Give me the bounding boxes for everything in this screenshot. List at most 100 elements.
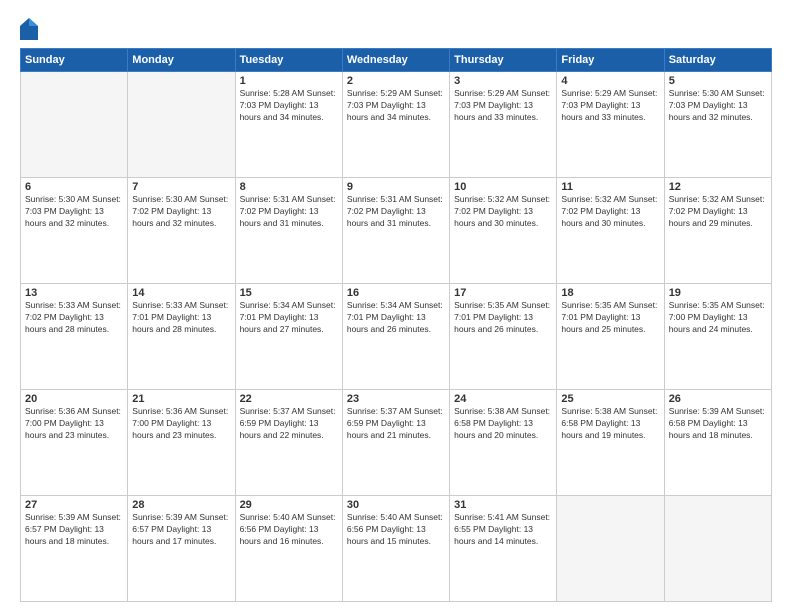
calendar-cell: 18Sunrise: 5:35 AM Sunset: 7:01 PM Dayli… bbox=[557, 284, 664, 390]
day-info: Sunrise: 5:34 AM Sunset: 7:01 PM Dayligh… bbox=[240, 300, 338, 336]
calendar-cell: 2Sunrise: 5:29 AM Sunset: 7:03 PM Daylig… bbox=[342, 72, 449, 178]
day-info: Sunrise: 5:37 AM Sunset: 6:59 PM Dayligh… bbox=[240, 406, 338, 442]
day-info: Sunrise: 5:36 AM Sunset: 7:00 PM Dayligh… bbox=[25, 406, 123, 442]
day-info: Sunrise: 5:35 AM Sunset: 7:01 PM Dayligh… bbox=[561, 300, 659, 336]
day-of-week-header: Saturday bbox=[664, 49, 771, 72]
day-number: 17 bbox=[454, 287, 552, 299]
calendar-cell: 26Sunrise: 5:39 AM Sunset: 6:58 PM Dayli… bbox=[664, 390, 771, 496]
day-info: Sunrise: 5:35 AM Sunset: 7:00 PM Dayligh… bbox=[669, 300, 767, 336]
day-number: 18 bbox=[561, 287, 659, 299]
calendar-cell: 19Sunrise: 5:35 AM Sunset: 7:00 PM Dayli… bbox=[664, 284, 771, 390]
calendar-cell: 15Sunrise: 5:34 AM Sunset: 7:01 PM Dayli… bbox=[235, 284, 342, 390]
calendar-cell bbox=[21, 72, 128, 178]
calendar-cell: 11Sunrise: 5:32 AM Sunset: 7:02 PM Dayli… bbox=[557, 178, 664, 284]
day-info: Sunrise: 5:39 AM Sunset: 6:57 PM Dayligh… bbox=[132, 512, 230, 548]
calendar-cell: 1Sunrise: 5:28 AM Sunset: 7:03 PM Daylig… bbox=[235, 72, 342, 178]
day-info: Sunrise: 5:35 AM Sunset: 7:01 PM Dayligh… bbox=[454, 300, 552, 336]
day-info: Sunrise: 5:38 AM Sunset: 6:58 PM Dayligh… bbox=[454, 406, 552, 442]
calendar-cell: 12Sunrise: 5:32 AM Sunset: 7:02 PM Dayli… bbox=[664, 178, 771, 284]
calendar-cell: 4Sunrise: 5:29 AM Sunset: 7:03 PM Daylig… bbox=[557, 72, 664, 178]
day-of-week-header: Monday bbox=[128, 49, 235, 72]
calendar-cell: 13Sunrise: 5:33 AM Sunset: 7:02 PM Dayli… bbox=[21, 284, 128, 390]
day-of-week-header: Tuesday bbox=[235, 49, 342, 72]
day-info: Sunrise: 5:33 AM Sunset: 7:01 PM Dayligh… bbox=[132, 300, 230, 336]
day-info: Sunrise: 5:33 AM Sunset: 7:02 PM Dayligh… bbox=[25, 300, 123, 336]
day-number: 26 bbox=[669, 393, 767, 405]
day-number: 24 bbox=[454, 393, 552, 405]
calendar-cell: 27Sunrise: 5:39 AM Sunset: 6:57 PM Dayli… bbox=[21, 496, 128, 602]
calendar-cell: 5Sunrise: 5:30 AM Sunset: 7:03 PM Daylig… bbox=[664, 72, 771, 178]
day-number: 7 bbox=[132, 181, 230, 193]
day-info: Sunrise: 5:30 AM Sunset: 7:03 PM Dayligh… bbox=[25, 194, 123, 230]
day-info: Sunrise: 5:29 AM Sunset: 7:03 PM Dayligh… bbox=[454, 88, 552, 124]
page: SundayMondayTuesdayWednesdayThursdayFrid… bbox=[0, 0, 792, 612]
day-number: 25 bbox=[561, 393, 659, 405]
calendar-week-row: 6Sunrise: 5:30 AM Sunset: 7:03 PM Daylig… bbox=[21, 178, 772, 284]
calendar-cell: 8Sunrise: 5:31 AM Sunset: 7:02 PM Daylig… bbox=[235, 178, 342, 284]
day-number: 6 bbox=[25, 181, 123, 193]
day-number: 5 bbox=[669, 75, 767, 87]
day-info: Sunrise: 5:31 AM Sunset: 7:02 PM Dayligh… bbox=[347, 194, 445, 230]
day-number: 31 bbox=[454, 499, 552, 511]
day-info: Sunrise: 5:37 AM Sunset: 6:59 PM Dayligh… bbox=[347, 406, 445, 442]
calendar-cell: 6Sunrise: 5:30 AM Sunset: 7:03 PM Daylig… bbox=[21, 178, 128, 284]
calendar-cell: 25Sunrise: 5:38 AM Sunset: 6:58 PM Dayli… bbox=[557, 390, 664, 496]
calendar-cell: 3Sunrise: 5:29 AM Sunset: 7:03 PM Daylig… bbox=[450, 72, 557, 178]
calendar-cell: 10Sunrise: 5:32 AM Sunset: 7:02 PM Dayli… bbox=[450, 178, 557, 284]
day-info: Sunrise: 5:29 AM Sunset: 7:03 PM Dayligh… bbox=[347, 88, 445, 124]
day-info: Sunrise: 5:32 AM Sunset: 7:02 PM Dayligh… bbox=[561, 194, 659, 230]
day-number: 28 bbox=[132, 499, 230, 511]
day-number: 19 bbox=[669, 287, 767, 299]
day-info: Sunrise: 5:38 AM Sunset: 6:58 PM Dayligh… bbox=[561, 406, 659, 442]
day-info: Sunrise: 5:29 AM Sunset: 7:03 PM Dayligh… bbox=[561, 88, 659, 124]
calendar-cell: 16Sunrise: 5:34 AM Sunset: 7:01 PM Dayli… bbox=[342, 284, 449, 390]
day-number: 29 bbox=[240, 499, 338, 511]
day-number: 12 bbox=[669, 181, 767, 193]
day-of-week-header: Friday bbox=[557, 49, 664, 72]
day-number: 27 bbox=[25, 499, 123, 511]
day-number: 13 bbox=[25, 287, 123, 299]
day-info: Sunrise: 5:40 AM Sunset: 6:56 PM Dayligh… bbox=[347, 512, 445, 548]
logo bbox=[20, 18, 42, 40]
logo-icon bbox=[20, 18, 38, 40]
calendar-cell: 14Sunrise: 5:33 AM Sunset: 7:01 PM Dayli… bbox=[128, 284, 235, 390]
calendar-cell: 28Sunrise: 5:39 AM Sunset: 6:57 PM Dayli… bbox=[128, 496, 235, 602]
day-info: Sunrise: 5:30 AM Sunset: 7:02 PM Dayligh… bbox=[132, 194, 230, 230]
calendar-cell: 31Sunrise: 5:41 AM Sunset: 6:55 PM Dayli… bbox=[450, 496, 557, 602]
day-info: Sunrise: 5:34 AM Sunset: 7:01 PM Dayligh… bbox=[347, 300, 445, 336]
calendar-cell: 20Sunrise: 5:36 AM Sunset: 7:00 PM Dayli… bbox=[21, 390, 128, 496]
calendar-cell: 17Sunrise: 5:35 AM Sunset: 7:01 PM Dayli… bbox=[450, 284, 557, 390]
day-number: 23 bbox=[347, 393, 445, 405]
day-number: 20 bbox=[25, 393, 123, 405]
day-number: 30 bbox=[347, 499, 445, 511]
day-of-week-header: Wednesday bbox=[342, 49, 449, 72]
day-of-week-header: Thursday bbox=[450, 49, 557, 72]
calendar-week-row: 13Sunrise: 5:33 AM Sunset: 7:02 PM Dayli… bbox=[21, 284, 772, 390]
day-info: Sunrise: 5:28 AM Sunset: 7:03 PM Dayligh… bbox=[240, 88, 338, 124]
calendar-cell: 7Sunrise: 5:30 AM Sunset: 7:02 PM Daylig… bbox=[128, 178, 235, 284]
day-number: 4 bbox=[561, 75, 659, 87]
calendar-cell: 24Sunrise: 5:38 AM Sunset: 6:58 PM Dayli… bbox=[450, 390, 557, 496]
header bbox=[20, 18, 772, 40]
day-number: 11 bbox=[561, 181, 659, 193]
day-number: 10 bbox=[454, 181, 552, 193]
day-info: Sunrise: 5:36 AM Sunset: 7:00 PM Dayligh… bbox=[132, 406, 230, 442]
day-number: 16 bbox=[347, 287, 445, 299]
day-info: Sunrise: 5:31 AM Sunset: 7:02 PM Dayligh… bbox=[240, 194, 338, 230]
calendar-cell bbox=[557, 496, 664, 602]
day-number: 22 bbox=[240, 393, 338, 405]
day-number: 1 bbox=[240, 75, 338, 87]
day-info: Sunrise: 5:32 AM Sunset: 7:02 PM Dayligh… bbox=[669, 194, 767, 230]
calendar-cell: 22Sunrise: 5:37 AM Sunset: 6:59 PM Dayli… bbox=[235, 390, 342, 496]
calendar-cell: 21Sunrise: 5:36 AM Sunset: 7:00 PM Dayli… bbox=[128, 390, 235, 496]
day-number: 14 bbox=[132, 287, 230, 299]
day-info: Sunrise: 5:39 AM Sunset: 6:57 PM Dayligh… bbox=[25, 512, 123, 548]
calendar-cell bbox=[128, 72, 235, 178]
calendar-cell: 29Sunrise: 5:40 AM Sunset: 6:56 PM Dayli… bbox=[235, 496, 342, 602]
day-number: 9 bbox=[347, 181, 445, 193]
calendar-cell: 30Sunrise: 5:40 AM Sunset: 6:56 PM Dayli… bbox=[342, 496, 449, 602]
calendar-cell bbox=[664, 496, 771, 602]
day-number: 8 bbox=[240, 181, 338, 193]
day-number: 3 bbox=[454, 75, 552, 87]
day-info: Sunrise: 5:41 AM Sunset: 6:55 PM Dayligh… bbox=[454, 512, 552, 548]
